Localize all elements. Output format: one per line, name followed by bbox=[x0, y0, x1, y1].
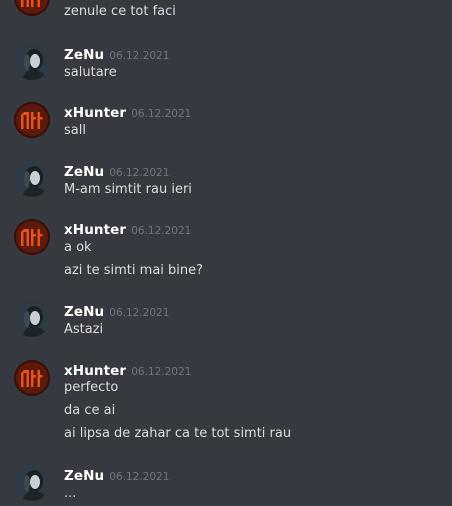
message-header: xHunter 06.12.2021 bbox=[64, 219, 191, 239]
timestamp: 06.12.2021 bbox=[131, 225, 192, 237]
message-header: ZeNu 06.12.2021 bbox=[64, 465, 169, 485]
zenu-avatar-icon bbox=[14, 301, 50, 337]
message-text: da ce ai bbox=[64, 403, 116, 418]
avatar[interactable] bbox=[14, 102, 50, 138]
message-text: ai lipsa de zahar ca te tot simti rau bbox=[64, 426, 292, 441]
message-text: M-am simtit rau ieri bbox=[64, 182, 192, 197]
message-text: zenule ce tot faci bbox=[64, 4, 176, 19]
timestamp: 06.12.2021 bbox=[109, 50, 170, 62]
message-text: ... bbox=[64, 486, 77, 501]
timestamp: 06.12.2021 bbox=[109, 471, 170, 483]
xhunter-avatar-icon bbox=[14, 360, 50, 396]
author-name[interactable]: xHunter bbox=[64, 363, 126, 379]
zenu-avatar-icon bbox=[14, 44, 50, 80]
zenu-avatar-icon bbox=[14, 465, 50, 501]
message-text: sall bbox=[64, 123, 86, 138]
avatar[interactable] bbox=[14, 0, 50, 16]
zenu-avatar-icon bbox=[14, 161, 50, 197]
avatar[interactable] bbox=[14, 465, 50, 501]
author-name[interactable]: xHunter bbox=[64, 105, 126, 121]
avatar[interactable] bbox=[14, 161, 50, 197]
author-name[interactable]: ZeNu bbox=[64, 47, 104, 63]
timestamp: 06.12.2021 bbox=[131, 366, 192, 378]
message-header: ZeNu 06.12.2021 bbox=[64, 161, 169, 181]
author-name[interactable]: xHunter bbox=[64, 222, 126, 238]
timestamp: 06.12.2021 bbox=[131, 108, 192, 120]
chat-message-list: zenule ce tot faci ZeNu 06.12.2021 saluta… bbox=[0, 0, 452, 506]
avatar[interactable] bbox=[14, 44, 50, 80]
author-name[interactable]: ZeNu bbox=[64, 468, 104, 484]
message-text: a ok bbox=[64, 240, 92, 255]
message-header: ZeNu 06.12.2021 bbox=[64, 44, 169, 64]
message-text: perfecto bbox=[64, 380, 119, 395]
message-header: ZeNu 06.12.2021 bbox=[64, 301, 169, 321]
message-text: salutare bbox=[64, 65, 117, 80]
author-name[interactable]: ZeNu bbox=[64, 304, 104, 320]
message-header: xHunter 06.12.2021 bbox=[64, 102, 191, 122]
timestamp: 06.12.2021 bbox=[109, 307, 170, 319]
message-text: Astazi bbox=[64, 322, 104, 337]
message-header: xHunter 06.12.2021 bbox=[64, 360, 191, 380]
xhunter-avatar-icon bbox=[14, 219, 50, 255]
xhunter-avatar-icon bbox=[14, 0, 50, 16]
timestamp: 06.12.2021 bbox=[109, 167, 170, 179]
message-text: azi te simti mai bine? bbox=[64, 263, 204, 278]
avatar[interactable] bbox=[14, 301, 50, 337]
avatar[interactable] bbox=[14, 360, 50, 396]
avatar[interactable] bbox=[14, 219, 50, 255]
xhunter-avatar-icon bbox=[14, 102, 50, 138]
author-name[interactable]: ZeNu bbox=[64, 164, 104, 180]
